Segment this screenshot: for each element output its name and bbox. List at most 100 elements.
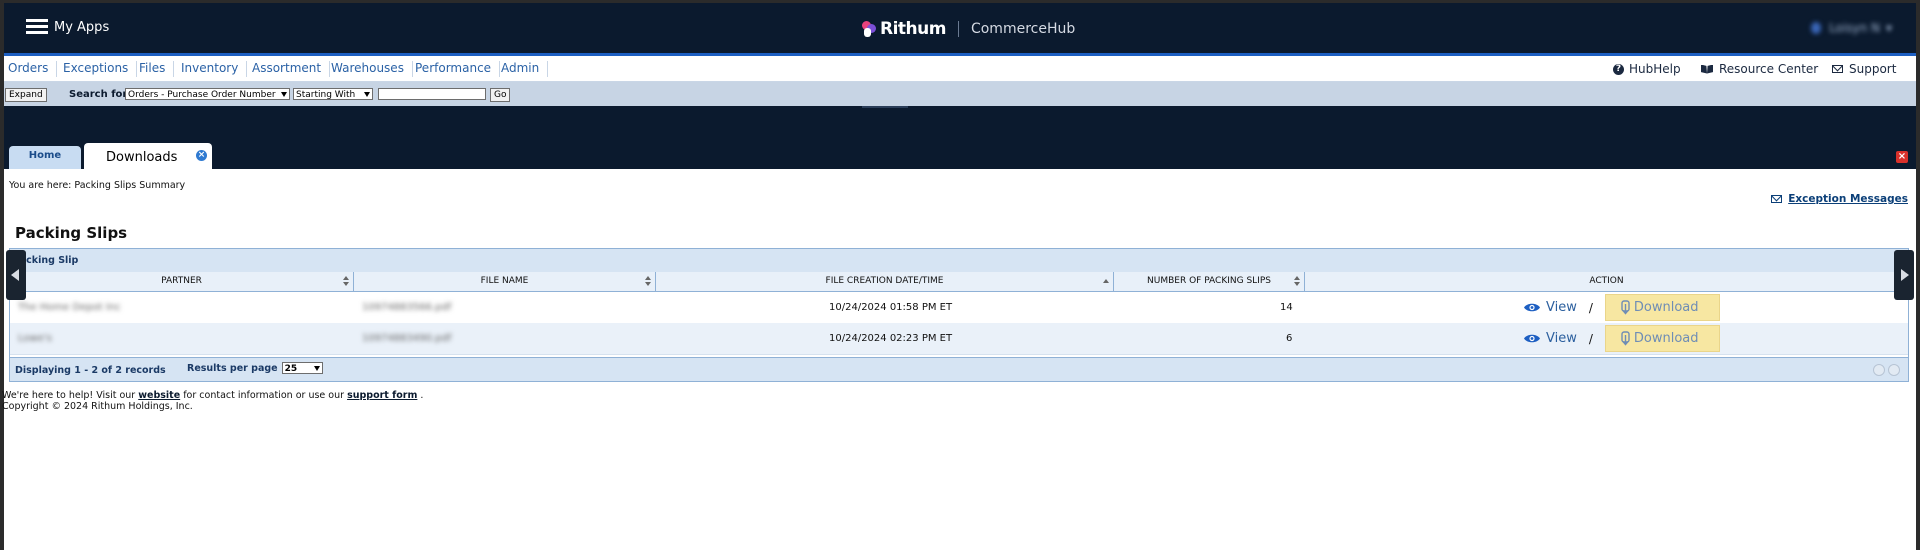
eye-icon bbox=[1524, 303, 1540, 312]
hubhelp-link[interactable]: ? HubHelp bbox=[1613, 62, 1681, 76]
go-button[interactable]: Go bbox=[490, 88, 511, 102]
table-row: Lowe's 10974883490.pdf 10/24/2024 02:23 … bbox=[10, 323, 1908, 355]
scroll-left-arrow-icon[interactable] bbox=[6, 250, 26, 300]
rpp-value: 25 bbox=[284, 364, 298, 374]
expand-button[interactable]: Expand bbox=[5, 88, 47, 102]
col-partner[interactable]: PARTNER bbox=[10, 272, 354, 291]
support-link[interactable]: Support bbox=[1832, 62, 1896, 76]
tab-downloads[interactable]: Downloads × bbox=[84, 143, 212, 169]
rpp-label: Results per page bbox=[187, 362, 278, 374]
view-link[interactable]: View bbox=[1523, 300, 1577, 315]
eye-icon bbox=[1524, 334, 1540, 343]
grid-columns: PARTNER FILE NAME FILE CREATION DATE/TIM… bbox=[10, 272, 1908, 292]
packing-slips-grid: Packing Slip PARTNER FILE NAME FILE CREA… bbox=[9, 248, 1909, 382]
nav-exceptions[interactable]: Exceptions bbox=[63, 61, 138, 77]
sort-ascending-icon bbox=[1103, 276, 1109, 287]
col-file-creation-label: FILE CREATION DATE/TIME bbox=[825, 276, 944, 286]
help-text: We're here to help! Visit our website fo… bbox=[2, 390, 423, 401]
website-link[interactable]: website bbox=[138, 390, 180, 401]
search-mode-select[interactable]: Starting With bbox=[293, 88, 373, 100]
nav-files[interactable]: Files bbox=[139, 61, 175, 77]
tab-home[interactable]: Home bbox=[9, 146, 81, 169]
mail-icon bbox=[1832, 65, 1843, 73]
exception-messages-link[interactable]: Exception Messages bbox=[1771, 193, 1908, 205]
my-apps-button[interactable]: My Apps bbox=[26, 19, 109, 35]
resource-center-label: Resource Center bbox=[1719, 62, 1819, 76]
help-text-mid: for contact information or use our bbox=[183, 390, 345, 401]
sort-icon bbox=[343, 276, 349, 287]
close-tab-icon[interactable]: × bbox=[196, 150, 207, 161]
pager bbox=[1870, 364, 1900, 376]
brand-logo: Rithum CommerceHub bbox=[862, 19, 1075, 39]
search-field-select[interactable]: Orders - Purchase Order Number bbox=[125, 88, 290, 100]
prev-page-icon[interactable] bbox=[1873, 364, 1885, 376]
table-row: The Home Depot Inc 10974883566.pdf 10/24… bbox=[10, 292, 1908, 324]
user-menu[interactable]: Loisyn N ▾ bbox=[1811, 21, 1892, 35]
rithum-logo-icon bbox=[862, 21, 876, 37]
search-bar: Expand Search for Orders - Purchase Orde… bbox=[4, 82, 1916, 106]
download-icon bbox=[1621, 330, 1630, 346]
nav-admin[interactable]: Admin bbox=[501, 61, 549, 77]
nav-orders[interactable]: Orders bbox=[8, 61, 58, 77]
chevron-down-icon: ▾ bbox=[1885, 21, 1892, 35]
help-text-pre: We're here to help! Visit our bbox=[2, 390, 136, 401]
next-page-icon[interactable] bbox=[1888, 364, 1900, 376]
action-separator: / bbox=[1588, 331, 1593, 346]
user-avatar-icon bbox=[1811, 22, 1822, 34]
created-cell: 10/24/2024 02:23 PM ET bbox=[829, 333, 953, 344]
action-separator: / bbox=[1588, 300, 1593, 315]
mail-icon bbox=[1771, 195, 1783, 203]
results-per-page: Results per page 25 bbox=[187, 362, 323, 374]
tab-bar: Home Downloads × × bbox=[4, 106, 1916, 169]
row-actions: View / Download bbox=[1523, 294, 1720, 321]
col-action-label: ACTION bbox=[1589, 276, 1624, 286]
tab-downloads-label: Downloads bbox=[106, 150, 178, 165]
file-name-cell: 10974883490.pdf bbox=[362, 333, 452, 344]
book-icon bbox=[1701, 64, 1713, 74]
resource-center-link[interactable]: Resource Center bbox=[1701, 62, 1818, 76]
partner-cell: The Home Depot Inc bbox=[18, 302, 121, 313]
chevron-down-icon bbox=[281, 92, 287, 97]
exception-messages-label: Exception Messages bbox=[1788, 193, 1908, 205]
chevron-down-icon bbox=[313, 366, 320, 371]
col-number[interactable]: NUMBER OF PACKING SLIPS bbox=[1114, 272, 1305, 291]
scroll-right-arrow-icon[interactable] bbox=[1894, 250, 1914, 300]
col-number-label: NUMBER OF PACKING SLIPS bbox=[1147, 276, 1271, 286]
count-cell: 6 bbox=[1286, 333, 1293, 344]
support-form-link[interactable]: support form bbox=[347, 390, 417, 401]
view-label: View bbox=[1546, 331, 1577, 346]
nav-inventory[interactable]: Inventory bbox=[181, 61, 248, 77]
download-label: Download bbox=[1633, 331, 1699, 346]
col-file-creation[interactable]: FILE CREATION DATE/TIME bbox=[656, 272, 1114, 291]
brand-name: Rithum bbox=[880, 19, 946, 39]
my-apps-label: My Apps bbox=[54, 19, 110, 35]
grid-caption-bar: Packing Slip bbox=[10, 249, 1908, 273]
download-button[interactable]: Download bbox=[1604, 294, 1720, 321]
nav-performance[interactable]: Performance bbox=[415, 61, 501, 77]
hubhelp-label: HubHelp bbox=[1629, 62, 1681, 76]
close-all-icon[interactable]: × bbox=[1896, 151, 1908, 163]
search-input[interactable] bbox=[378, 88, 486, 100]
nav-assortment[interactable]: Assortment bbox=[252, 61, 331, 77]
created-cell: 10/24/2024 01:58 PM ET bbox=[829, 302, 953, 313]
logo-divider bbox=[957, 21, 959, 37]
row-actions: View / Download bbox=[1523, 325, 1720, 352]
help-icon: ? bbox=[1613, 63, 1624, 75]
partner-cell: Lowe's bbox=[18, 333, 52, 344]
col-file-name-label: FILE NAME bbox=[480, 276, 529, 286]
file-name-cell: 10974883566.pdf bbox=[362, 302, 452, 313]
search-mode-value: Starting With bbox=[296, 90, 356, 100]
view-link[interactable]: View bbox=[1523, 331, 1577, 346]
rpp-select[interactable]: 25 bbox=[281, 362, 323, 374]
col-file-name[interactable]: FILE NAME bbox=[354, 272, 656, 291]
nav-warehouses[interactable]: Warehouses bbox=[331, 61, 413, 77]
download-label: Download bbox=[1633, 300, 1699, 315]
page-title: Packing Slips bbox=[15, 224, 128, 242]
count-cell: 14 bbox=[1280, 302, 1293, 313]
band-highlight bbox=[862, 106, 908, 108]
search-field-value: Orders - Purchase Order Number bbox=[128, 90, 276, 100]
download-button[interactable]: Download bbox=[1604, 325, 1720, 352]
hamburger-icon bbox=[26, 19, 48, 35]
product-name: CommerceHub bbox=[970, 21, 1076, 37]
sort-icon bbox=[1294, 276, 1300, 287]
